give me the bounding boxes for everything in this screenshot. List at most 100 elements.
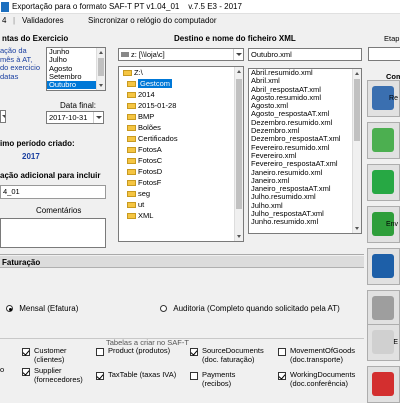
file-item[interactable]: Dezembro.resumido.xml <box>249 119 361 127</box>
folder-icon <box>127 213 136 220</box>
table-checkbox[interactable] <box>190 372 198 380</box>
close-button[interactable] <box>367 366 400 403</box>
destination-heading: Destino e nome do ficheiro XML <box>174 34 296 43</box>
drive-value: z: [\\loja\c] <box>131 50 165 59</box>
menu-item-validadores[interactable]: Validadores <box>22 16 64 25</box>
menu-bar: 4 | Validadores Sincronizar o relógio do… <box>0 14 400 28</box>
folder-item[interactable]: BMP <box>119 111 243 122</box>
menu-item-4[interactable]: 4 <box>2 16 6 25</box>
radio-mensal-label: Mensal (Efatura) <box>19 304 79 313</box>
section-separator <box>0 254 364 255</box>
table-checkbox-label: Payments (recibos) <box>202 370 236 388</box>
user-icon <box>372 296 394 320</box>
folder-label: 2015-01-28 <box>138 101 177 110</box>
file-list[interactable]: Abril.resumido.xml Abril.xml Abril_respost… <box>248 68 362 234</box>
efatura-icon <box>372 254 394 278</box>
comments-field[interactable] <box>0 218 106 248</box>
folder-item[interactable]: Gestcom <box>119 78 243 89</box>
drive-icon <box>121 52 129 57</box>
folder-icon <box>127 191 136 198</box>
table-checkbox[interactable] <box>96 348 104 356</box>
file-item[interactable]: Julho_respostaAT.xml <box>249 210 361 218</box>
folder-item[interactable]: FotosC <box>119 155 243 166</box>
file-item[interactable]: Agosto.xml <box>249 102 361 110</box>
last-period-heading: imo período criado: <box>0 139 75 148</box>
folder-label: 2014 <box>138 90 155 99</box>
folder-label: Gestcom <box>138 79 173 88</box>
date-final-label: Data final: <box>60 101 97 110</box>
report-button[interactable]: Re <box>367 80 400 117</box>
file-item[interactable]: Dezembro_respostaAT.xml <box>249 135 361 143</box>
file-scrollbar[interactable] <box>352 69 361 233</box>
version-field[interactable]: 4_01 <box>0 185 106 199</box>
date-dropdown-icon[interactable] <box>93 112 103 123</box>
file-item[interactable]: Dezembro.xml <box>249 127 361 135</box>
folder-label: FotosD <box>138 167 163 176</box>
info-text: ação da mês à AT, do exercicio datas <box>0 46 41 81</box>
date-final-field[interactable]: 2017-10-31 <box>46 111 104 124</box>
radio-auditoria[interactable]: Auditoria (Completo quando solicitado pe… <box>160 304 340 313</box>
menu-item-sincronizar[interactable]: Sincronizar o relógio do computador <box>88 16 217 25</box>
edit-label: E <box>393 339 398 346</box>
send-button[interactable]: Env <box>367 206 400 243</box>
filename-field[interactable]: Outubro.xml <box>248 48 362 61</box>
table-checkbox[interactable] <box>22 348 30 356</box>
folder-item[interactable]: ut <box>119 199 243 210</box>
folder-item[interactable]: XML <box>119 210 243 221</box>
user-button[interactable] <box>367 290 400 327</box>
file-item[interactable]: Junho.resumido.xml <box>249 218 361 226</box>
steps-field[interactable] <box>368 47 400 61</box>
drive-select[interactable]: z: [\\loja\c] <box>118 48 244 61</box>
folder-root[interactable]: Z:\ <box>119 67 243 78</box>
validate-button[interactable] <box>367 122 400 159</box>
folder-scrollbar[interactable] <box>234 67 243 241</box>
folder-tree[interactable]: Z:\ Gestcom 2014 2015-01-28 BMP Bolões Certifi… <box>118 66 244 242</box>
radio-mensal[interactable]: Mensal (Efatura) <box>6 304 78 313</box>
app-icon <box>1 2 9 12</box>
file-item[interactable]: Janeiro.resumido.xml <box>249 169 361 177</box>
file-item[interactable]: Julho.resumido.xml <box>249 193 361 201</box>
file-item[interactable]: Abril_respostaAT.xml <box>249 86 361 94</box>
months-list[interactable]: Junho Julho Agosto Setembro Outubro <box>46 47 106 91</box>
file-item[interactable]: Janeiro.xml <box>249 177 361 185</box>
radio-auditoria-dot[interactable] <box>160 305 167 313</box>
file-item[interactable]: Fevereiro.resumido.xml <box>249 144 361 152</box>
table-checkbox-label: Customer (clientes) <box>34 346 67 364</box>
folder-item[interactable]: 2015-01-28 <box>119 100 243 111</box>
folder-item[interactable]: seg <box>119 188 243 199</box>
months-scrollbar[interactable] <box>96 48 105 90</box>
file-item[interactable]: Julho.xml <box>249 202 361 210</box>
file-item[interactable]: Agosto.resumido.xml <box>249 94 361 102</box>
folder-icon <box>127 180 136 187</box>
disk-button[interactable] <box>367 164 400 201</box>
table-checkbox[interactable] <box>278 348 286 356</box>
title-bar: Exportação para o formato SAF-T PT v1.04… <box>0 0 400 14</box>
file-item[interactable]: Fevereiro.xml <box>249 152 361 160</box>
radio-mensal-dot[interactable] <box>6 305 13 313</box>
drive-dropdown-icon[interactable] <box>233 49 243 60</box>
folder-item[interactable]: FotosF <box>119 177 243 188</box>
file-item[interactable]: Abril.xml <box>249 77 361 85</box>
table-checkbox[interactable] <box>190 348 198 356</box>
date-initial-field[interactable] <box>0 110 6 123</box>
folder-item[interactable]: FotosA <box>119 144 243 155</box>
folder-icon <box>127 136 136 143</box>
folder-item[interactable]: Certificados <box>119 133 243 144</box>
report-label: Re <box>389 95 398 102</box>
table-checkbox[interactable] <box>278 372 286 380</box>
tab-faturacao[interactable]: Faturação <box>2 258 40 267</box>
folder-item[interactable]: Bolões <box>119 122 243 133</box>
folder-icon <box>123 70 132 77</box>
file-item[interactable]: Fevereiro_respostaAT.xml <box>249 160 361 168</box>
file-item[interactable]: Abril.resumido.xml <box>249 69 361 77</box>
edit-button[interactable]: E <box>367 324 400 361</box>
table-checkbox[interactable] <box>96 372 104 380</box>
table-checkbox-label: Product (produtos) <box>108 346 171 355</box>
folder-item[interactable]: 2014 <box>119 89 243 100</box>
folder-item[interactable]: FotosD <box>119 166 243 177</box>
efatura-button[interactable] <box>367 248 400 285</box>
table-checkbox[interactable] <box>22 368 30 376</box>
table-checkbox-label: MovementOfGoods (doc.transporte) <box>290 346 356 364</box>
file-item[interactable]: Janeiro_respostaAT.xml <box>249 185 361 193</box>
file-item[interactable]: Agosto_respostaAT.xml <box>249 110 361 118</box>
